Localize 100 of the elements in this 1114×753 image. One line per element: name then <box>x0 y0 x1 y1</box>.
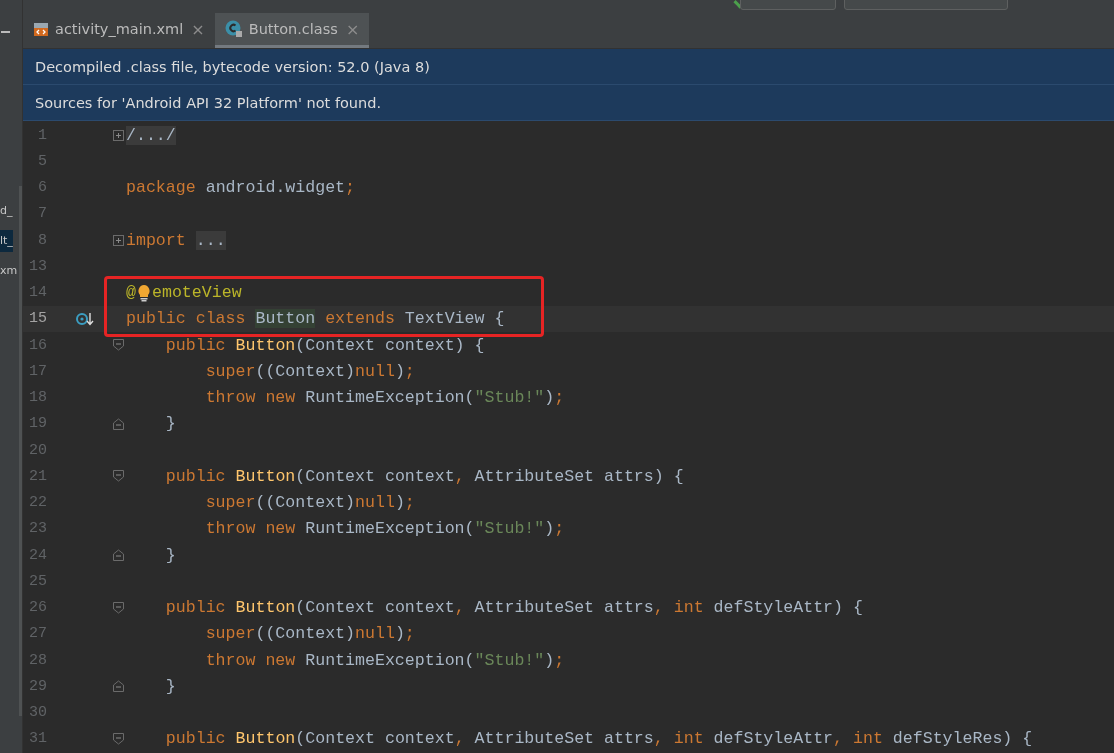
line-number: 19 <box>28 415 47 433</box>
code-text: ) <box>394 361 405 381</box>
line-number: 28 <box>28 651 47 669</box>
fold-end-icon[interactable] <box>113 680 124 693</box>
keyword-text: ; <box>554 650 565 670</box>
editor-tab[interactable]: activity_main.xml × <box>23 13 215 48</box>
folded-code[interactable]: ... <box>195 230 226 250</box>
keyword-text: , int <box>833 729 884 749</box>
code-text: RuntimeException( <box>305 650 475 670</box>
code-text: (Context context <box>295 466 455 486</box>
method-name: Button <box>235 335 296 355</box>
line-number: 21 <box>28 467 47 485</box>
line-number: 17 <box>28 362 47 380</box>
line-number: 18 <box>28 389 47 407</box>
keyword-text: import <box>126 230 187 250</box>
line-number: 8 <box>37 231 47 249</box>
file-name-fragment[interactable]: xm <box>0 260 18 282</box>
highlighted-identifier: Button <box>255 309 316 329</box>
keyword-text: super <box>204 624 256 644</box>
line-number: 1 <box>37 126 47 144</box>
code-text: (Context context <box>295 598 455 618</box>
file-name-fragment[interactable]: d_ <box>0 200 13 222</box>
keyword-text: , <box>454 466 466 486</box>
code-text: } <box>164 545 176 565</box>
code-text: ) <box>394 624 405 644</box>
line-number: 24 <box>28 546 47 564</box>
keyword-text: null <box>355 493 395 513</box>
lightbulb-icon[interactable] <box>136 283 151 302</box>
line-number: 25 <box>28 572 47 590</box>
code-text: defStyleAttr) { <box>713 598 863 618</box>
implements-icon[interactable] <box>76 310 94 327</box>
keyword-text: , int <box>653 598 705 618</box>
keyword-text: public <box>164 466 227 486</box>
line-number: 31 <box>28 730 47 748</box>
collapse-fold-icon[interactable] <box>113 732 124 745</box>
collapse-fold-icon[interactable] <box>113 339 124 352</box>
line-number: 13 <box>28 257 47 275</box>
line-number: 5 <box>37 152 47 170</box>
code-text: ) <box>544 519 555 539</box>
keyword-text: , <box>454 598 466 618</box>
code-text: ) <box>544 388 555 408</box>
editor-tab[interactable]: Button.class × <box>214 13 370 48</box>
code-text: ((Context) <box>255 624 356 644</box>
collapse-fold-icon[interactable] <box>113 470 124 483</box>
code-text: ) <box>394 493 405 513</box>
banner-text: Decompiled .class file, bytecode version: 52.0 (Java 8) <box>35 58 430 75</box>
line-number: 30 <box>28 704 47 722</box>
keyword-text: throw new <box>204 388 297 408</box>
keyword-text: public class <box>126 309 247 329</box>
close-icon[interactable]: × <box>191 19 205 39</box>
keyword-text: ; <box>404 624 415 644</box>
line-number: 29 <box>28 677 47 695</box>
code-text: defStyleRes) { <box>892 729 1033 749</box>
code-text: (Context context) { <box>295 335 485 355</box>
file-name-fragment[interactable]: lt_ <box>0 230 13 252</box>
line-number: 20 <box>28 441 47 459</box>
keyword-text: ; <box>554 519 565 539</box>
keyword-text: package <box>126 178 197 198</box>
folded-code[interactable]: /.../ <box>126 125 176 145</box>
code-text: } <box>164 414 176 434</box>
line-number: 27 <box>28 625 47 643</box>
expand-fold-icon[interactable] <box>113 129 124 141</box>
expand-fold-icon[interactable] <box>113 234 124 246</box>
code-text: } <box>164 676 176 696</box>
run-config-dropdown[interactable] <box>740 0 836 10</box>
keyword-text: null <box>355 624 395 644</box>
keyword-text: throw new <box>204 519 297 539</box>
keyword-text: ; <box>404 493 415 513</box>
fold-end-icon[interactable] <box>113 549 124 562</box>
string-text: "Stub!" <box>474 519 545 539</box>
string-text: "Stub!" <box>474 650 545 670</box>
code-text: android.widget <box>205 178 346 198</box>
keyword-text: public <box>164 335 227 355</box>
method-name: Button <box>235 729 296 749</box>
keyword-text: , int <box>653 729 705 749</box>
fold-end-icon[interactable] <box>113 417 124 430</box>
keyword-text: null <box>355 361 395 381</box>
code-text: RuntimeException( <box>305 388 475 408</box>
keyword-text: public <box>164 598 227 618</box>
device-dropdown[interactable] <box>844 0 1008 10</box>
line-number: 22 <box>28 494 47 512</box>
keyword-text: extends <box>324 309 396 329</box>
annotation-text: @ <box>126 283 136 303</box>
keyword-text: ; <box>345 178 356 198</box>
line-number: 14 <box>28 284 47 302</box>
keyword-text: throw new <box>204 650 297 670</box>
code-text: AttributeSet attrs) { <box>474 466 684 486</box>
banner-text: Sources for 'Android API 32 Platform' not found. <box>35 94 382 111</box>
line-number: 26 <box>28 599 47 617</box>
code-text: ) <box>544 650 555 670</box>
collapse-fold-icon[interactable] <box>113 601 124 614</box>
class-file-icon <box>224 20 243 38</box>
keyword-text: ; <box>554 388 565 408</box>
line-number: 6 <box>37 179 47 197</box>
line-number: 7 <box>37 205 47 223</box>
tab-label: activity_main.xml <box>55 21 184 37</box>
line-number: 16 <box>28 336 47 354</box>
code-text: AttributeSet attrs <box>474 598 654 618</box>
keyword-text: super <box>204 361 256 381</box>
code-text: ((Context) <box>255 361 356 381</box>
